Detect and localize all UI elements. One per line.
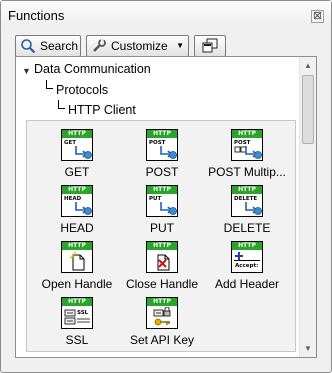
wrench-icon (93, 39, 106, 52)
set-api-key-icon: HTTP (146, 297, 178, 329)
palette-content-panel: ▼ Data Communication Protocols HTTP Clie… (15, 56, 317, 358)
search-button[interactable]: Search (15, 35, 81, 57)
scrollbar-thumb[interactable] (302, 75, 314, 144)
tree-connector (58, 100, 65, 109)
http-client-palette: HTTP GET GET HTTP POST POST HTTP POST PO… (26, 120, 296, 352)
palette-item-label: DELETE (223, 221, 271, 235)
post-multipart-icon: HTTP POST (231, 129, 263, 161)
scroll-up-icon[interactable]: ▲ (300, 57, 316, 74)
palette-view-icon (202, 38, 218, 53)
expand-caret-icon[interactable]: ▼ (22, 66, 31, 76)
open-handle-icon: HTTP (61, 241, 93, 273)
search-icon (21, 39, 36, 54)
functions-palette-window: Functions ⊠ Search Customize ▼ ▼ Data Co… (0, 0, 332, 373)
close-button[interactable]: ⊠ (311, 10, 324, 23)
search-button-label: Search (40, 39, 79, 53)
view-options-button[interactable] (194, 35, 226, 57)
palette-item-delete[interactable]: HTTP DELETE DELETE (201, 181, 293, 237)
get-icon: HTTP GET (61, 129, 93, 161)
put-icon: HTTP PUT (146, 185, 178, 217)
post-icon: HTTP POST (146, 129, 178, 161)
palette-item-add-header[interactable]: HTTP Accept: Add Header (201, 237, 293, 293)
palette-item-set-api-key[interactable]: HTTP Set API Key (116, 293, 208, 349)
scroll-down-icon[interactable]: ▼ (300, 340, 316, 357)
tree-item-protocols[interactable]: Protocols (56, 83, 108, 97)
chevron-down-icon: ▼ (176, 41, 184, 50)
tree-item-http-client[interactable]: HTTP Client (68, 103, 136, 117)
vertical-scrollbar[interactable]: ▲ ▼ (299, 57, 316, 357)
tree-connector (46, 80, 53, 89)
ssl-icon: HTTP SSL (61, 297, 93, 329)
palette-item-label: POST Multip... (208, 165, 286, 179)
tree-item-data-communication[interactable]: Data Communication (34, 62, 151, 76)
palette-item-label: Add Header (214, 277, 280, 291)
customize-button[interactable]: Customize ▼ (86, 35, 189, 57)
palette-item-post-multipart[interactable]: HTTP POST POST Multip... (201, 125, 293, 181)
close-handle-icon: HTTP (146, 241, 178, 273)
title-bar[interactable]: Functions ⊠ (1, 1, 331, 29)
delete-icon: HTTP DELETE (231, 185, 263, 217)
palette-item-label: Set API Key (129, 333, 195, 347)
window-title: Functions (8, 8, 65, 23)
add-header-icon: HTTP Accept: (231, 241, 263, 273)
head-icon: HTTP HEAD (61, 185, 93, 217)
customize-button-label: Customize (111, 39, 168, 53)
